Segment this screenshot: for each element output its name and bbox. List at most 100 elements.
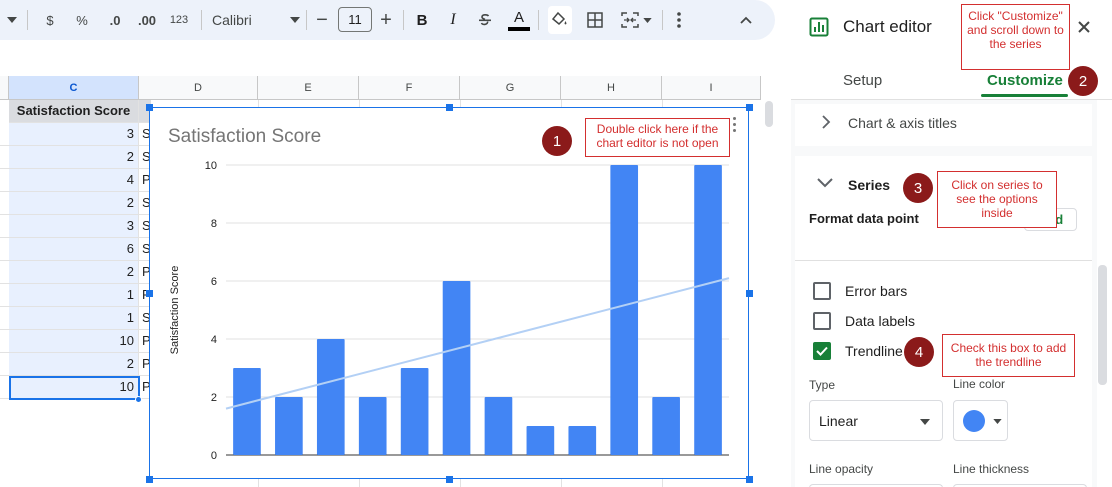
resize-handle[interactable] [746, 290, 753, 297]
cell-c-value[interactable]: 3 [9, 123, 139, 146]
number-format-button[interactable]: 123 [168, 6, 190, 34]
currency-button[interactable]: $ [40, 6, 60, 34]
scrollbar-thumb[interactable] [765, 101, 773, 127]
vertical-scrollbar[interactable] [761, 100, 775, 487]
header-cell-satisfaction-score[interactable]: Satisfaction Score [9, 100, 139, 123]
resize-handle[interactable] [446, 476, 453, 483]
cell-c-value[interactable]: 2 [9, 192, 139, 215]
tab-customize[interactable]: Customize [987, 72, 1063, 89]
resize-handle[interactable] [146, 290, 153, 297]
callout-note-1: Double click here if the chart editor is… [585, 118, 730, 157]
data-labels-checkbox[interactable] [813, 312, 831, 330]
column-header-prev[interactable] [0, 76, 9, 100]
close-icon[interactable] [1075, 18, 1093, 36]
column-header-d[interactable]: D [139, 76, 258, 100]
cell-c-value[interactable]: 2 [9, 261, 139, 284]
chart-container[interactable]: Satisfaction Score 0 2 4 6 8 10 Satisfaction S… [149, 107, 749, 479]
bar-chart: 0 2 4 6 8 10 Satisfaction Score [169, 160, 730, 462]
table-row [0, 284, 9, 307]
selected-cell-outline [9, 376, 140, 400]
italic-button[interactable]: I [443, 6, 463, 34]
cell-c-value[interactable]: 3 [9, 215, 139, 238]
font-family-select[interactable]: Calibri [212, 6, 300, 34]
cell-c-value[interactable]: 6 [9, 238, 139, 261]
decrease-decimal-label: .0 [109, 12, 121, 28]
percent-button[interactable]: % [72, 6, 92, 34]
bar [610, 165, 639, 455]
toolbar-separator [201, 10, 202, 30]
collapse-toolbar-icon[interactable] [736, 6, 756, 34]
chevron-down-icon[interactable] [4, 6, 20, 34]
column-header-h[interactable]: H [561, 76, 662, 100]
chevron-down-icon [817, 178, 833, 188]
trendline-label: Trendline [845, 343, 903, 359]
resize-handle[interactable] [446, 104, 453, 111]
column-header-g[interactable]: G [460, 76, 561, 100]
trendline-type-select[interactable]: Linear [809, 400, 943, 441]
type-label: Type [809, 378, 836, 392]
table-row [0, 330, 9, 353]
decrease-font-size-button[interactable]: − [312, 6, 332, 34]
borders-button[interactable] [584, 6, 606, 34]
strikethrough-button[interactable] [474, 6, 496, 34]
increase-font-size-button[interactable]: + [376, 6, 396, 34]
line-opacity-label: Line opacity [809, 462, 874, 476]
column-header-f[interactable]: F [359, 76, 460, 100]
decrease-decimal-button[interactable]: .0 [104, 6, 126, 34]
format-data-point-label: Format data point [809, 211, 919, 226]
cell-c-value[interactable]: 4 [9, 169, 139, 192]
line-color-select[interactable] [953, 400, 1008, 441]
section-chart-axis-titles[interactable]: Chart & axis titles [795, 104, 1092, 146]
fill-color-button[interactable] [548, 6, 572, 34]
cell-c-value[interactable]: 2 [9, 353, 139, 376]
series-divider [795, 260, 1092, 261]
cell-c-value[interactable]: 2 [9, 146, 139, 169]
chevron-down-icon [920, 419, 930, 425]
font-size-input[interactable]: 11 [338, 7, 372, 32]
text-color-label: A [513, 8, 524, 26]
increase-decimal-button[interactable]: .00 [135, 6, 159, 34]
resize-handle[interactable] [746, 104, 753, 111]
tab-setup[interactable]: Setup [843, 72, 882, 89]
panel-scrollbar-thumb[interactable] [1098, 265, 1107, 385]
callout-badge-2: 2 [1068, 66, 1098, 96]
chevron-down-icon [642, 17, 652, 23]
y-tick-label: 8 [211, 218, 217, 230]
callout-note-2: Click "Customize" and scroll down to the… [961, 4, 1070, 70]
bar [316, 339, 345, 455]
error-bars-checkbox[interactable] [813, 282, 831, 300]
cell-c-value[interactable]: 1 [9, 307, 139, 330]
chart-axis-titles-label: Chart & axis titles [848, 115, 957, 131]
increase-decimal-label: .00 [137, 12, 157, 28]
trendline-checkbox[interactable] [813, 342, 831, 360]
y-tick-label: 6 [211, 276, 217, 288]
callout-badge-4: 4 [904, 337, 934, 367]
strikethrough-icon [479, 14, 491, 26]
chart-menu-icon[interactable] [733, 117, 737, 135]
series-header[interactable]: Series [848, 177, 890, 193]
callout-note-3: Click on series to see the options insid… [937, 171, 1057, 228]
cell-c-value[interactable]: 1 [9, 284, 139, 307]
table-row [0, 376, 9, 399]
fill-handle[interactable] [135, 396, 142, 403]
text-color-button[interactable]: A [507, 6, 531, 34]
bold-button[interactable]: B [412, 6, 432, 34]
resize-handle[interactable] [146, 476, 153, 483]
column-header-i[interactable]: I [662, 76, 761, 100]
callout-badge-1: 1 [542, 126, 572, 156]
table-row [0, 353, 9, 376]
callout-badge-3: 3 [903, 173, 933, 203]
chart-editor-panel: Chart editor Setup Customize Chart & axi… [791, 0, 1112, 487]
error-bars-label: Error bars [845, 283, 908, 299]
bar [275, 397, 303, 455]
resize-handle[interactable] [746, 476, 753, 483]
bar [400, 368, 429, 455]
y-axis-title: Satisfaction Score [169, 266, 181, 355]
column-header-c[interactable]: C [9, 76, 139, 100]
toolbar-separator [538, 10, 539, 30]
cell-c-value[interactable]: 10 [9, 330, 139, 353]
column-header-e[interactable]: E [258, 76, 359, 100]
merge-cells-button[interactable] [616, 6, 656, 34]
resize-handle[interactable] [146, 104, 153, 111]
more-options-icon[interactable] [670, 6, 688, 34]
